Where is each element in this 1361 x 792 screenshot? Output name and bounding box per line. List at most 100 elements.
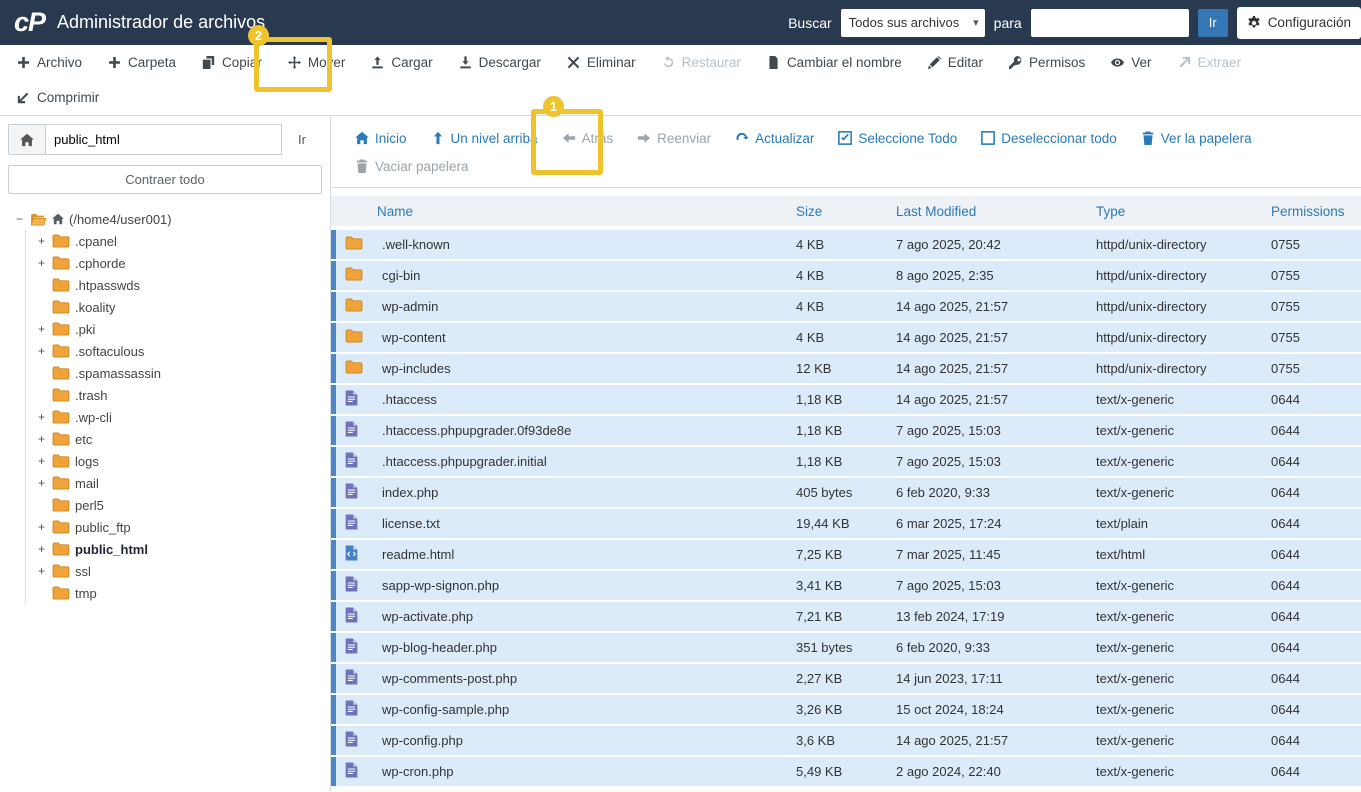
column-header-size[interactable]: Size <box>796 204 896 219</box>
table-row[interactable]: .well-known 4 KB 7 ago 2025, 20:42 httpd/un… <box>331 230 1361 259</box>
expand-icon[interactable]: + <box>36 256 47 270</box>
column-header-last-modified[interactable]: Last Modified <box>896 204 1096 219</box>
column-header-name[interactable]: Name <box>377 204 796 219</box>
expand-icon[interactable]: + <box>36 564 47 578</box>
table-row[interactable]: wp-cron.php 5,49 KB 2 ago 2024, 22:40 text/… <box>331 757 1361 786</box>
search-go-button[interactable]: Ir <box>1197 8 1228 37</box>
expand-icon[interactable]: + <box>36 410 47 424</box>
tree-item-logs[interactable]: + logs <box>36 450 322 472</box>
tree-item-wp-cli[interactable]: + .wp-cli <box>36 406 322 428</box>
table-row[interactable]: wp-config-sample.php 3,26 KB 15 oct 2024, … <box>331 695 1361 724</box>
tree-item-public-ftp[interactable]: + public_ftp <box>36 516 322 538</box>
filebar-empty-trash-label: Vaciar papelera <box>375 158 469 174</box>
cpanel-logo[interactable]: cP <box>14 7 46 38</box>
path-go-button[interactable]: Ir <box>282 124 322 155</box>
tree-item-ssl[interactable]: + ssl <box>36 560 322 582</box>
folder-icon <box>52 300 70 314</box>
toolbar-edit-button[interactable]: Editar <box>915 45 996 80</box>
toolbar-permissions-button[interactable]: Permisos <box>996 45 1098 80</box>
file-name-cell: wp-cron.php <box>382 764 454 779</box>
filebar-view-trash-button[interactable]: Ver la papelera <box>1129 124 1264 152</box>
tree-item-public-html[interactable]: + public_html <box>36 538 322 560</box>
filebar-home-button[interactable]: Inicio <box>343 124 419 152</box>
toolbar-compress-button[interactable]: Comprimir <box>4 80 112 115</box>
table-row[interactable]: wp-config.php 3,6 KB 14 ago 2025, 21:57 tex… <box>331 726 1361 755</box>
path-input[interactable] <box>46 124 282 155</box>
file-size-cell: 4 KB <box>796 268 825 283</box>
table-row[interactable]: wp-admin 4 KB 14 ago 2025, 21:57 httpd/unix… <box>331 292 1361 321</box>
toolbar-edit-label: Editar <box>947 55 984 70</box>
table-row[interactable]: sapp-wp-signon.php 3,41 KB 7 ago 2025, 15:… <box>331 571 1361 600</box>
delete-icon <box>567 56 580 69</box>
toolbar-move-label: Mover <box>307 55 346 70</box>
tree-item-cphorde[interactable]: + .cphorde <box>36 252 322 274</box>
expand-icon[interactable]: + <box>36 234 47 248</box>
tree-item-koality[interactable]: .koality <box>36 296 322 318</box>
table-row[interactable]: wp-content 4 KB 14 ago 2025, 21:57 httpd/un… <box>331 323 1361 352</box>
filebar-select-all-button[interactable]: Seleccione Todo <box>826 124 969 152</box>
tree-item-pki[interactable]: + .pki <box>36 318 322 340</box>
toolbar-copy-button[interactable]: Copiar <box>189 45 275 80</box>
filebar-up-level-button[interactable]: Un nivel arriba <box>419 124 550 152</box>
tree-item-etc[interactable]: + etc <box>36 428 322 450</box>
tree-item-spamassassin[interactable]: .spamassassin <box>36 362 322 384</box>
toolbar-delete-button[interactable]: Eliminar <box>554 45 649 80</box>
column-header-type[interactable]: Type <box>1096 204 1271 219</box>
expand-icon[interactable]: + <box>36 322 47 336</box>
expand-icon[interactable]: + <box>36 432 47 446</box>
toolbar-upload-button[interactable]: Cargar <box>358 45 445 80</box>
file-icon <box>345 638 358 654</box>
column-header-permissions[interactable]: Permissions <box>1271 204 1361 219</box>
expand-icon[interactable]: + <box>36 520 47 534</box>
toolbar-file-label: Archivo <box>37 55 83 70</box>
tree-item-mail[interactable]: + mail <box>36 472 322 494</box>
toolbar-download-button[interactable]: Descargar <box>446 45 554 80</box>
file-icon <box>345 762 358 778</box>
collapse-icon[interactable]: − <box>14 212 25 226</box>
tree-item-softaculous[interactable]: + .softaculous <box>36 340 322 362</box>
file-modified-cell: 6 feb 2020, 9:33 <box>896 485 990 500</box>
toolbar-rename-button[interactable]: Cambiar el nombre <box>754 45 915 80</box>
filebar-unselect-all-button[interactable]: Deseleccionar todo <box>969 124 1129 152</box>
tree-item-trash[interactable]: .trash <box>36 384 322 406</box>
toolbar-view-button[interactable]: Ver <box>1098 45 1164 80</box>
search-input[interactable] <box>1030 8 1189 37</box>
home-directory-button[interactable] <box>8 124 46 155</box>
table-row[interactable]: wp-activate.php 7,21 KB 13 feb 2024, 17:19… <box>331 602 1361 631</box>
table-row[interactable]: cgi-bin 4 KB 8 ago 2025, 2:35 httpd/unix-di… <box>331 261 1361 290</box>
table-row[interactable]: readme.html 7,25 KB 7 mar 2025, 11:45 text/… <box>331 540 1361 569</box>
directory-tree: − (/home4/user001) + .cpanel + .cphorde .htpas… <box>8 208 322 604</box>
filebar-unselect-all-label: Deseleccionar todo <box>1001 130 1117 146</box>
top-bar-search-area: Buscar Todos sus archivos ▾ para Ir Conf… <box>788 6 1361 39</box>
file-type-cell: httpd/unix-directory <box>1096 299 1207 314</box>
tree-item-tmp[interactable]: tmp <box>36 582 322 604</box>
expand-icon[interactable]: + <box>36 344 47 358</box>
expand-icon[interactable]: + <box>36 476 47 490</box>
left-icon <box>562 131 576 145</box>
content-area: Ir Contraer todo − (/home4/user001) + .cpan… <box>0 116 1361 792</box>
home-icon <box>20 133 34 147</box>
file-icon <box>345 669 358 685</box>
tree-item-perl5[interactable]: perl5 <box>36 494 322 516</box>
table-row[interactable]: wp-blog-header.php 351 bytes 6 feb 2020, 9… <box>331 633 1361 662</box>
search-scope-select[interactable]: Todos sus archivos ▾ <box>840 8 985 37</box>
tree-item-cpanel[interactable]: + .cpanel <box>36 230 322 252</box>
collapse-all-button[interactable]: Contraer todo <box>8 165 322 194</box>
filebar-reload-button[interactable]: Actualizar <box>723 124 826 152</box>
toolbar-move-button[interactable]: Mover <box>275 45 359 80</box>
table-row[interactable]: wp-comments-post.php 2,27 KB 14 jun 2023, … <box>331 664 1361 693</box>
table-row[interactable]: index.php 405 bytes 6 feb 2020, 9:33 text/x… <box>331 478 1361 507</box>
settings-button[interactable]: Configuración <box>1236 6 1361 39</box>
table-row[interactable]: .htaccess 1,18 KB 14 ago 2025, 21:57 text/x… <box>331 385 1361 414</box>
expand-icon[interactable]: + <box>36 542 47 556</box>
table-row[interactable]: .htaccess.phpupgrader.0f93de8e 1,18 KB 7 a… <box>331 416 1361 445</box>
expand-icon[interactable]: + <box>36 454 47 468</box>
tree-item-htpasswds[interactable]: .htpasswds <box>36 274 322 296</box>
table-row[interactable]: .htaccess.phpupgrader.initial 1,18 KB 7 ag… <box>331 447 1361 476</box>
table-row[interactable]: wp-includes 12 KB 14 ago 2025, 21:57 httpd/… <box>331 354 1361 383</box>
table-row[interactable]: license.txt 19,44 KB 6 mar 2025, 17:24 text… <box>331 509 1361 538</box>
tree-root-item[interactable]: − (/home4/user001) <box>14 208 322 230</box>
file-size-cell: 4 KB <box>796 330 825 345</box>
toolbar-file-button[interactable]: Archivo <box>4 45 95 80</box>
toolbar-folder-button[interactable]: Carpeta <box>95 45 189 80</box>
